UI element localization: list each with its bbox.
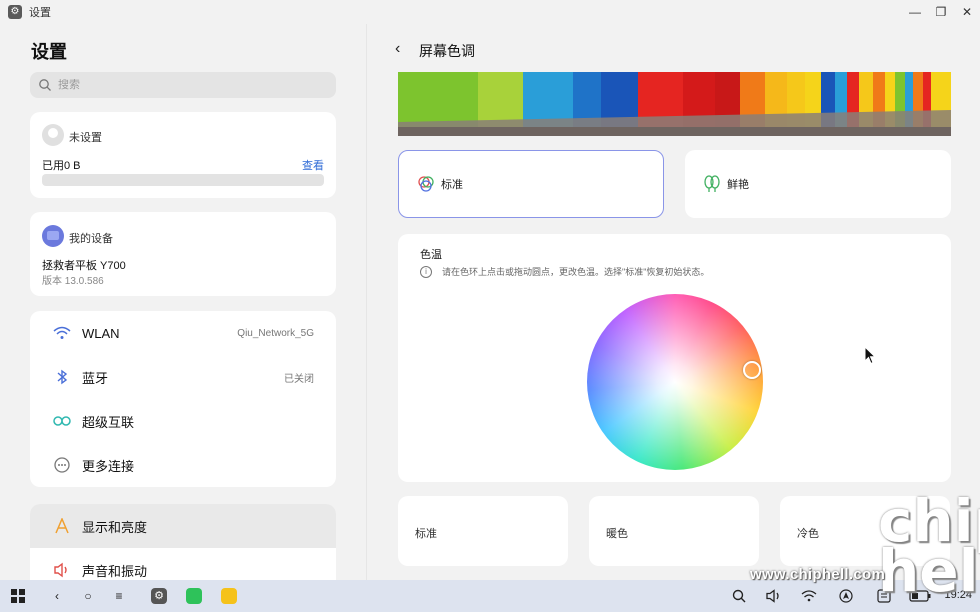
mouse-cursor-icon [864, 346, 877, 365]
wifi-icon [52, 323, 72, 343]
color-temperature-title: 色温 [420, 249, 442, 261]
vivid-mode-icon [704, 175, 720, 192]
device-version: 版本 13.0.586 [42, 276, 104, 287]
sidebar-item-label: 显示和亮度 [82, 519, 148, 535]
window-controls: — ❐ ✕ [902, 0, 980, 24]
my-device-label: 我的设备 [69, 233, 113, 245]
search-input[interactable] [58, 79, 308, 91]
preset-warm[interactable]: 暖色 [589, 496, 759, 566]
sidebar-item-label: 超级互联 [82, 414, 135, 430]
search-icon [39, 79, 51, 91]
mode-label: 鲜艳 [727, 179, 749, 191]
view-storage-link[interactable]: 查看 [302, 157, 324, 173]
volume-icon[interactable] [765, 586, 783, 606]
app-green-taskbar-icon[interactable] [185, 586, 203, 606]
home-nav-icon[interactable]: ○ [79, 586, 97, 606]
sidebar-item-bluetooth[interactable]: 蓝牙 已关闭 [30, 355, 336, 399]
bluetooth-status: 已关闭 [284, 373, 314, 385]
minimize-button[interactable]: — [902, 0, 928, 24]
taskbar: ‹ ○ ≡ ⚙ 19:24 [0, 580, 980, 612]
settings-sidebar: 设置 未设置 已用0 B 查看 我的设备 拯救者平板 Y700 版本 13.0.… [0, 24, 366, 604]
color-wheel[interactable] [587, 294, 763, 470]
more-connections-icon [52, 455, 72, 475]
avatar [42, 124, 64, 146]
start-icon[interactable] [8, 586, 28, 606]
wlan-status: Qiu_Network_5G [237, 327, 314, 339]
sidebar-item-label: WLAN [82, 325, 120, 341]
app-yellow-taskbar-icon[interactable] [220, 586, 238, 606]
account-card[interactable]: 未设置 已用0 B 查看 [30, 112, 336, 198]
sidebar-item-wlan[interactable]: WLAN Qiu_Network_5G [30, 311, 336, 355]
watermark-logo: chip hell [878, 487, 980, 605]
search-box[interactable] [30, 72, 336, 98]
connectivity-group: WLAN Qiu_Network_5G 蓝牙 已关闭 超级互联 更多连接 [30, 311, 336, 487]
sidebar-item-display[interactable]: 显示和亮度 [30, 504, 336, 548]
watermark-url: www.chiphell.com [750, 566, 886, 583]
speaker-icon [52, 560, 72, 580]
back-nav-icon[interactable]: ‹ [48, 586, 66, 606]
color-wheel-handle[interactable] [743, 361, 761, 379]
link-icon [52, 411, 72, 431]
storage-bar [42, 174, 324, 186]
sidebar-item-label: 声音和振动 [82, 563, 148, 579]
sidebar-title: 设置 [31, 42, 67, 62]
recents-nav-icon[interactable]: ≡ [110, 586, 128, 606]
settings-taskbar-icon[interactable]: ⚙ [150, 586, 168, 606]
title-bar: ⚙ 设置 — ❐ ✕ [0, 0, 980, 24]
sidebar-item-label: 蓝牙 [82, 370, 109, 386]
maximize-button[interactable]: ❐ [928, 0, 954, 24]
device-model: 拯救者平板 Y700 [42, 260, 126, 272]
mode-vivid[interactable]: 鲜艳 [685, 150, 951, 218]
page-title: 屏幕色调 [419, 43, 475, 59]
my-device-card[interactable]: 我的设备 拯救者平板 Y700 版本 13.0.586 [30, 212, 336, 296]
preset-label: 标准 [415, 528, 437, 540]
storage-used: 已用0 B [42, 160, 81, 172]
sidebar-item-label: 更多连接 [82, 458, 135, 474]
preset-label: 冷色 [797, 528, 819, 540]
preset-label: 暖色 [606, 528, 628, 540]
bluetooth-icon [52, 367, 72, 387]
wifi-status-icon[interactable] [800, 586, 818, 606]
standard-mode-icon [418, 176, 434, 192]
color-temperature-hint: i 请在色环上点击或拖动圆点，更改色温。选择"标准"恢复初始状态。 [420, 265, 709, 278]
mode-label: 标准 [441, 179, 463, 191]
display-icon [52, 516, 72, 536]
hint-text: 请在色环上点击或拖动圆点，更改色温。选择"标准"恢复初始状态。 [442, 267, 710, 277]
search-taskbar-icon[interactable] [730, 586, 748, 606]
info-icon: i [420, 265, 432, 278]
window-title: 设置 [29, 7, 51, 19]
tablet-icon [42, 225, 64, 247]
settings-app-icon: ⚙ [8, 5, 22, 19]
back-icon[interactable]: ‹ [395, 40, 400, 58]
location-icon[interactable] [837, 586, 855, 606]
preset-standard[interactable]: 标准 [398, 496, 568, 566]
mode-standard[interactable]: 标准 [398, 150, 664, 218]
sidebar-item-super-link[interactable]: 超级互联 [30, 399, 336, 443]
close-button[interactable]: ✕ [954, 0, 980, 24]
color-sample-image [398, 72, 951, 136]
sidebar-item-more-connections[interactable]: 更多连接 [30, 443, 336, 487]
account-name: 未设置 [69, 132, 102, 144]
